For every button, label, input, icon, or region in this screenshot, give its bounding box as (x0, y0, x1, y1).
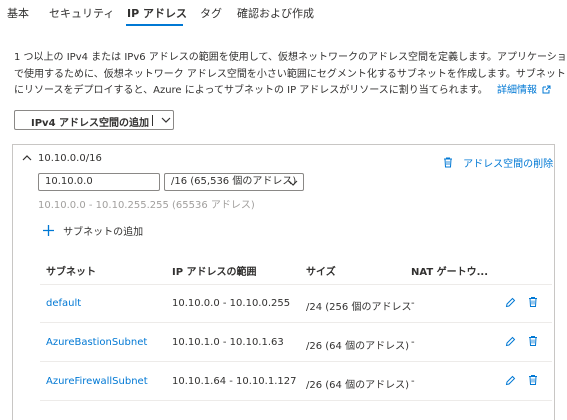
subnet-size: /26 (64 個のアドレス) (306, 380, 409, 391)
delete-address-space-button[interactable]: アドレス空間の削除 (443, 152, 553, 171)
prefix-size-value: /16 (65,536 個のアドレス) (171, 176, 297, 187)
trash-icon (444, 157, 452, 168)
subnet-ip-range: 10.10.1.64 - 10.10.1.127 (172, 376, 297, 387)
description-line-1: 1 つ以上の IPv4 または IPv6 アドレスの範囲を使用して、仮想ネットワ… (14, 52, 567, 63)
address-space-title: 10.10.0.0/16 (38, 153, 102, 164)
description-line-2: で使用するために、仮想ネットワーク アドレス空間を小さい範囲にセグメント化するサ… (14, 68, 566, 80)
column-header-size[interactable]: サイズ (306, 263, 336, 278)
description-line-3: にリソースをデプロイすると、Azure によってサブネットの IP アドレスがリ… (14, 85, 488, 96)
subnet-nat-gateway: - (411, 337, 415, 348)
learn-more-link[interactable]: 詳細情報 (497, 85, 551, 96)
description-text: 1 つ以上の IPv4 または IPv6 アドレスの範囲を使用して、仮想ネットワ… (14, 50, 567, 100)
tab-ip-addresses[interactable]: IP アドレス (127, 5, 187, 21)
subnet-name-link[interactable]: AzureFirewallSubnet (46, 376, 148, 387)
subnet-size: /24 (256 個のアドレス (306, 302, 412, 313)
pencil-icon[interactable] (505, 375, 516, 386)
add-ipv4-address-space-label: IPv4 アドレス空間の追加 (31, 118, 150, 129)
subnet-nat-gateway: - (411, 376, 415, 387)
tab-basics[interactable]: 基本 (7, 5, 29, 21)
column-header-subnet[interactable]: サブネット (46, 263, 96, 278)
button-separator (152, 115, 153, 126)
table-divider (40, 322, 552, 323)
description-line-3-wrap: にリソースをデプロイすると、Azure によってサブネットの IP アドレスがリ… (14, 83, 559, 100)
tab-tags[interactable]: タグ (200, 5, 222, 21)
external-link-icon (542, 85, 551, 94)
learn-more-label: 詳細情報 (496, 85, 537, 96)
subnet-size: /26 (64 個のアドレス) (306, 341, 409, 352)
subnet-name-link[interactable]: default (46, 298, 81, 309)
chevron-up-icon[interactable] (21, 153, 33, 163)
table-divider (40, 400, 552, 401)
tab-review-create[interactable]: 確認および作成 (237, 5, 314, 21)
delete-address-space-label: アドレス空間の削除 (463, 159, 554, 170)
tab-security[interactable]: セキュリティ (49, 5, 114, 21)
prefix-size-select[interactable]: /16 (65,536 個のアドレス) (164, 173, 304, 191)
column-header-ip-range[interactable]: IP アドレスの範囲 (172, 263, 257, 278)
trash-icon[interactable] (528, 374, 538, 386)
add-ipv4-address-space-button[interactable]: IPv4 アドレス空間の追加 (14, 110, 174, 130)
chevron-down-icon[interactable] (160, 113, 172, 127)
plus-icon (43, 225, 54, 236)
subnet-name-link[interactable]: AzureBastionSubnet (46, 337, 147, 348)
active-tab-indicator (126, 24, 183, 26)
pencil-icon[interactable] (505, 297, 516, 308)
subnet-nat-gateway: - (411, 298, 415, 309)
address-range-hint: 10.10.0.0 - 10.10.255.255 (65536 アドレス) (38, 200, 255, 211)
subnet-ip-range: 10.10.1.0 - 10.10.1.63 (172, 337, 284, 348)
subnet-ip-range: 10.10.0.0 - 10.10.0.255 (172, 298, 291, 309)
pencil-icon[interactable] (505, 336, 516, 347)
ip-address-input[interactable]: 10.10.0.0 (38, 173, 160, 191)
add-subnet-label: サブネットの追加 (63, 227, 144, 238)
chevron-down-icon (288, 180, 298, 186)
trash-icon[interactable] (528, 296, 538, 308)
ip-address-value: 10.10.0.0 (45, 176, 93, 187)
add-subnet-button[interactable]: サブネットの追加 (42, 220, 143, 239)
tab-bar: 基本 セキュリティ IP アドレス タグ 確認および作成 (0, 0, 567, 28)
table-divider (40, 284, 552, 285)
column-header-nat-gateway[interactable]: NAT ゲートウ... (411, 263, 488, 278)
table-divider (40, 361, 552, 362)
trash-icon[interactable] (528, 335, 538, 347)
